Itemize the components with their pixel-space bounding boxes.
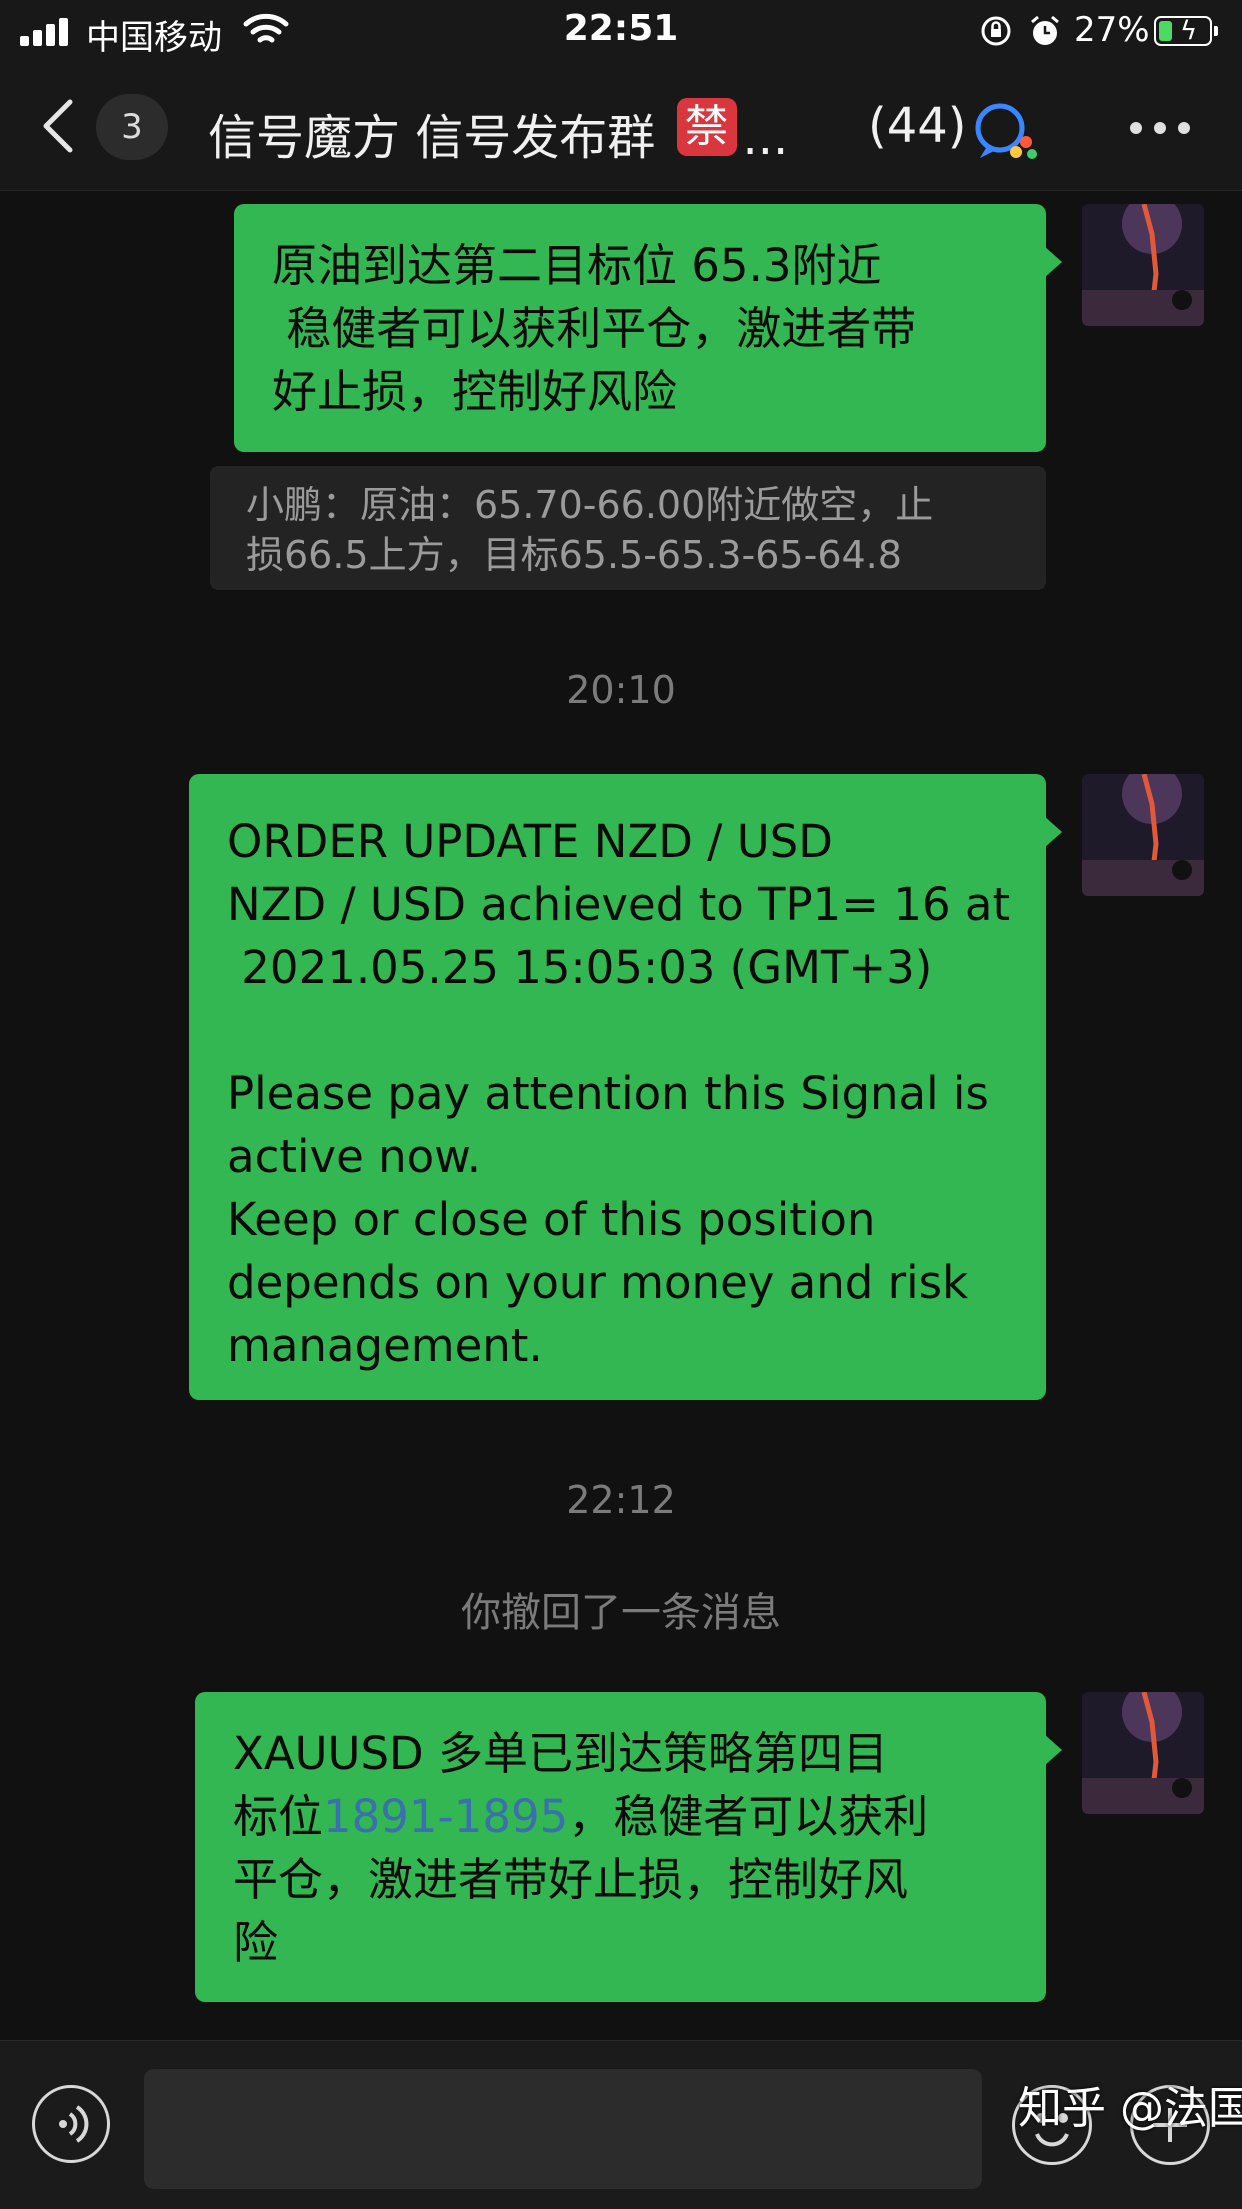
number-link[interactable]: 1891-1895 xyxy=(323,1790,568,1843)
avatar[interactable] xyxy=(1082,774,1204,896)
battery-icon: ϟ xyxy=(1154,16,1218,46)
rotation-lock-icon xyxy=(981,16,1011,46)
voice-icon[interactable] xyxy=(32,2085,110,2163)
message-line: 2021.05.25 15:05:03 (GMT+3) xyxy=(227,941,933,994)
member-count: (44) xyxy=(868,98,967,154)
quote-line: 损66.5上方，目标65.5-65.3-65-64.8 xyxy=(246,533,902,577)
message-line: 标位1891-1895，稳健者可以获利 xyxy=(233,1785,1046,1848)
message-bubble-xauusd[interactable]: XAUUSD 多单已到达策略第四目 标位1891-1895，稳健者可以获利 平仓… xyxy=(195,1692,1062,2002)
message-line: depends on your money and risk xyxy=(227,1256,969,1309)
message-text: ，稳健者可以获利 xyxy=(568,1790,929,1843)
message-line: Keep or close of this position xyxy=(227,1193,876,1246)
chat-header: 3 信号魔方 信号发布群 禁... (44) xyxy=(0,62,1242,191)
message-line: 稳健者可以获利平仓，激进者带 xyxy=(272,302,917,355)
status-bar: 中国移动 22:51 27% ϟ xyxy=(0,0,1242,62)
unread-count-badge[interactable]: 3 xyxy=(96,94,168,160)
message-line: active now. xyxy=(227,1130,482,1183)
avatar[interactable] xyxy=(1082,1692,1204,1814)
forbidden-emoji-badge: 禁 xyxy=(676,98,737,156)
alarm-icon xyxy=(1031,15,1059,45)
quote-line: 小鹏：原油：65.70-66.00附近做空，止 xyxy=(246,483,934,527)
message-input[interactable] xyxy=(144,2069,982,2189)
timestamp: 20:10 xyxy=(566,668,676,712)
message-bubble-oil-target[interactable]: 原油到达第二目标位 65.3附近 稳健者可以获利平仓，激进者带 好止损，控制好风… xyxy=(234,204,1062,452)
message-line: ORDER UPDATE NZD / USD xyxy=(227,815,833,868)
message-text: 标位 xyxy=(233,1790,324,1843)
title-ellipsis: ... xyxy=(742,110,789,166)
message-line: management. xyxy=(227,1319,543,1372)
battery-percentage: 27% xyxy=(1074,10,1150,50)
chat-title[interactable]: 信号魔方 信号发布群 禁... xyxy=(208,98,788,168)
more-icon[interactable] xyxy=(1130,122,1190,136)
message-line: Please pay attention this Signal is xyxy=(227,1067,989,1120)
qq-icon[interactable] xyxy=(972,102,1040,160)
watermark: 知乎 @法国人 xyxy=(1018,2083,1242,2134)
message-line: 平仓，激进者带好止损，控制好风 xyxy=(233,1853,909,1906)
back-icon[interactable] xyxy=(40,98,76,154)
message-line xyxy=(227,999,1046,1062)
message-line: 好止损，控制好风险 xyxy=(272,365,678,418)
message-line: 原油到达第二目标位 65.3附近 xyxy=(272,239,882,292)
quoted-message[interactable]: 小鹏：原油：65.70-66.00附近做空，止 损66.5上方，目标65.5-6… xyxy=(210,466,1046,590)
message-line: 险 xyxy=(233,1916,279,1969)
recalled-message-notice: 你撤回了一条消息 xyxy=(461,1590,781,1636)
timestamp: 22:12 xyxy=(566,1478,676,1522)
message-line: XAUUSD 多单已到达策略第四目 xyxy=(233,1727,889,1780)
message-bubble-order-update[interactable]: ORDER UPDATE NZD / USD NZD / USD achieve… xyxy=(189,774,1062,1400)
avatar[interactable] xyxy=(1082,204,1204,326)
chat-title-text: 信号魔方 信号发布群 xyxy=(208,110,656,166)
message-line: NZD / USD achieved to TP1= 16 at xyxy=(227,878,1011,931)
